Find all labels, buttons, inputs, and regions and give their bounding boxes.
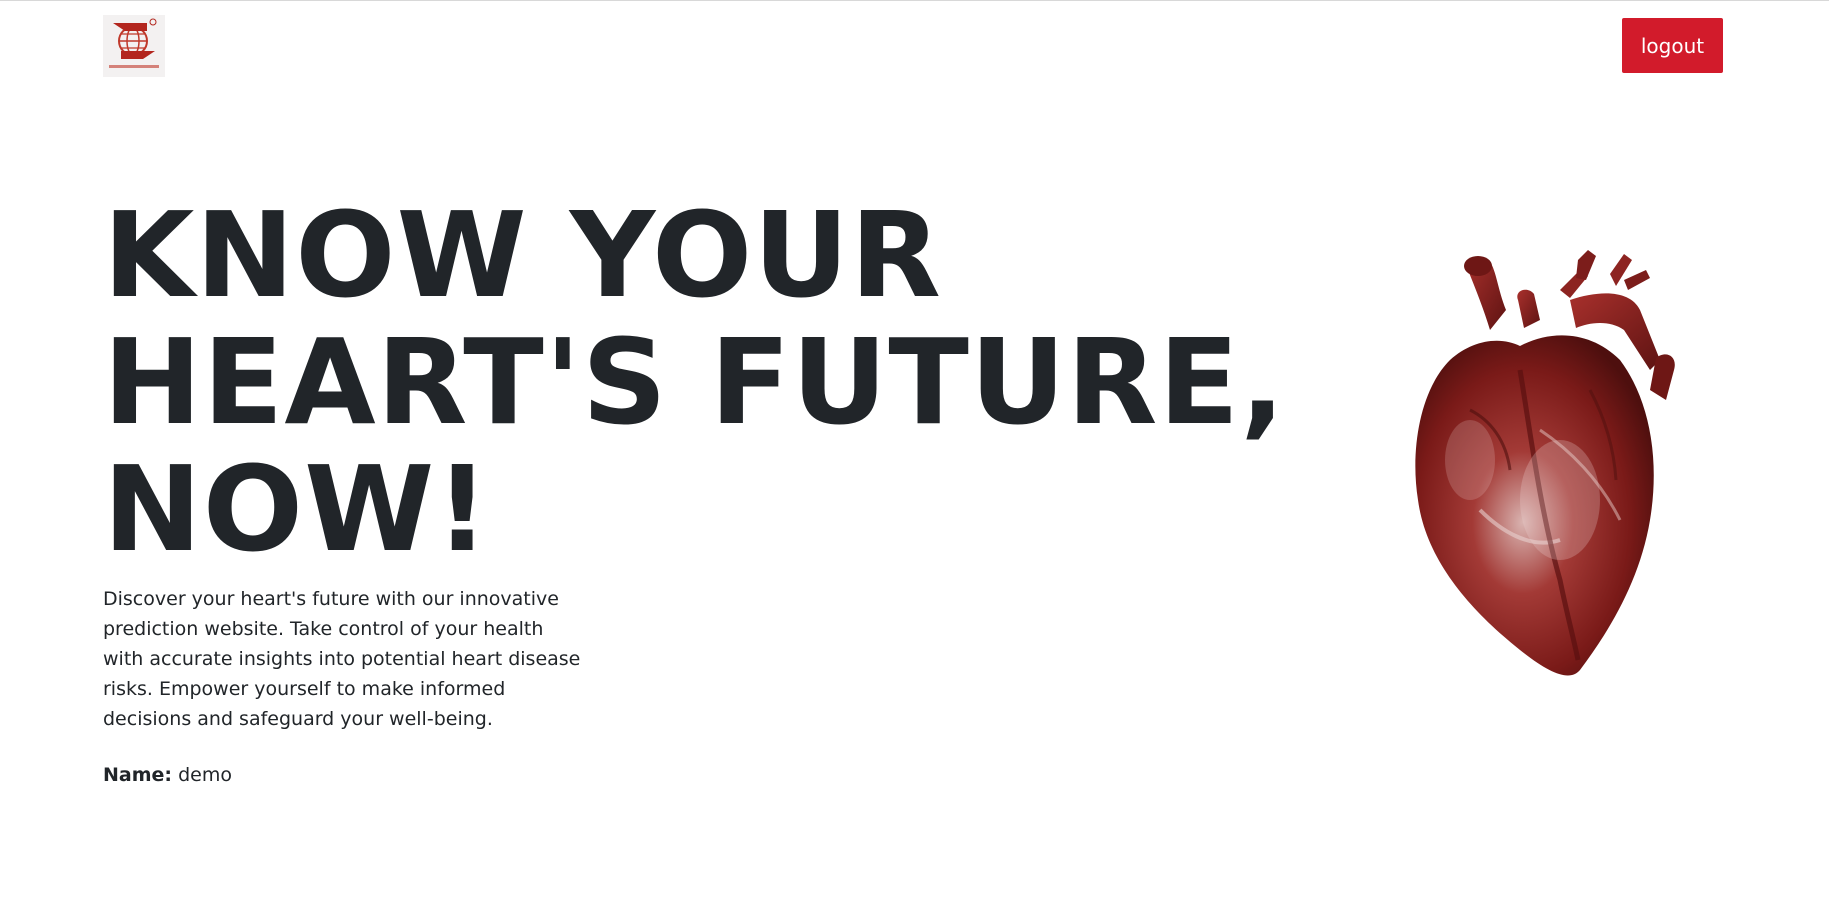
- hero-description: Discover your heart's future with our in…: [103, 588, 581, 730]
- hero-title: KNOW YOUR HEART'S FUTURE, NOW!: [103, 192, 1353, 573]
- company-logo-icon[interactable]: [103, 15, 165, 77]
- hero-title-line-2: HEART'S FUTURE,: [103, 313, 1286, 451]
- user-name-line: Name: demo: [103, 760, 232, 790]
- name-value: demo: [178, 764, 232, 786]
- page: logout KNOW YOUR HEART'S FUTURE, NOW! Di…: [0, 0, 1829, 921]
- logout-button[interactable]: logout: [1622, 18, 1723, 73]
- top-border: [0, 0, 1829, 1]
- hero-title-line-3: NOW!: [103, 440, 491, 578]
- hero-title-line-1: KNOW YOUR: [103, 186, 942, 324]
- anatomical-heart-image: [1410, 250, 1700, 690]
- name-label: Name:: [103, 764, 173, 786]
